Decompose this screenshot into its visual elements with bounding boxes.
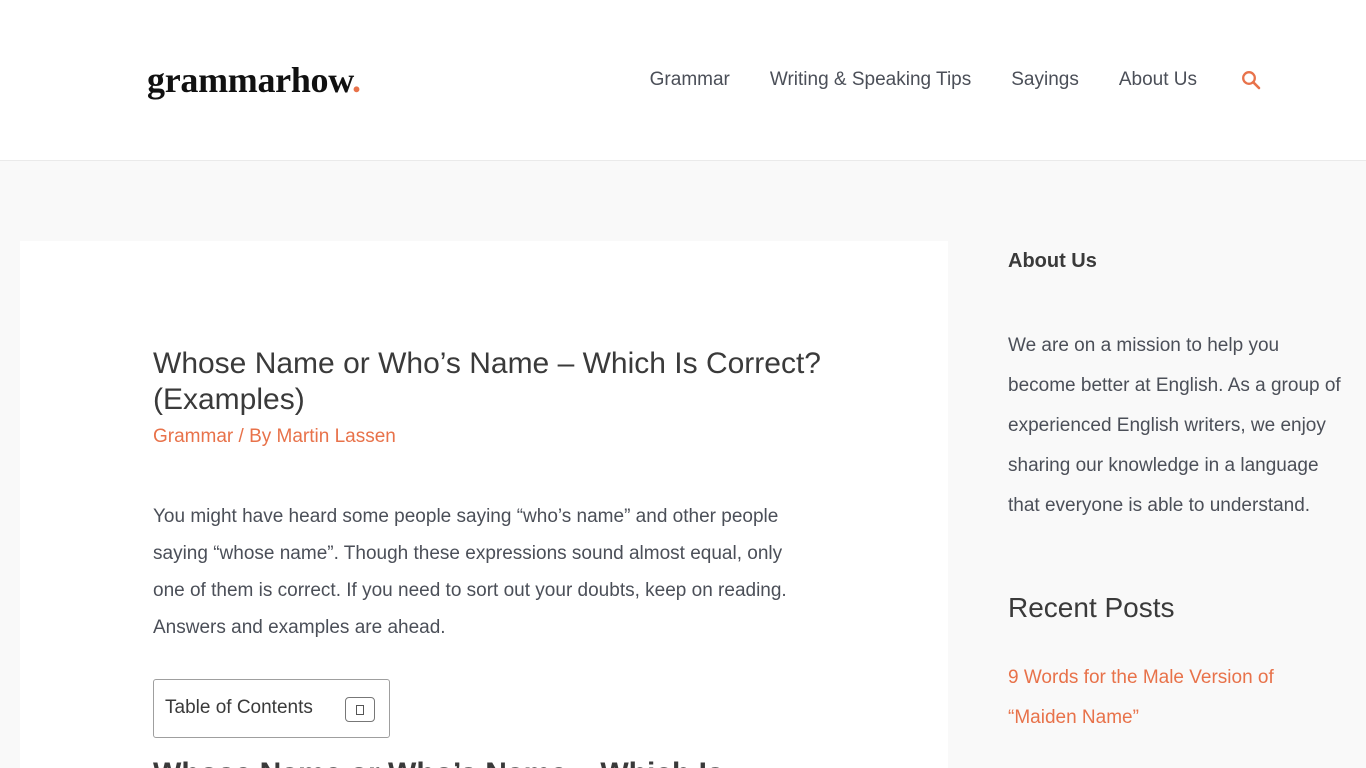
recent-posts-list: 9 Words for the Male Version of “Maiden … bbox=[1008, 658, 1348, 738]
list-item: 9 Words for the Male Version of “Maiden … bbox=[1008, 658, 1348, 738]
article-meta: Grammar / By Martin Lassen bbox=[153, 424, 823, 450]
section-heading: Whose Name or Who’s Name – Which Is bbox=[153, 756, 823, 768]
meta-separator: / By bbox=[233, 426, 277, 447]
recent-posts-title: Recent Posts bbox=[1008, 592, 1175, 623]
nav-item-sayings[interactable]: Sayings bbox=[1011, 64, 1079, 96]
about-widget-title: About Us bbox=[1008, 250, 1097, 272]
toc-title: Table of Contents bbox=[165, 697, 313, 718]
table-of-contents: Table of Contents bbox=[153, 679, 390, 738]
search-icon bbox=[1242, 71, 1261, 90]
nav-item-about-us[interactable]: About Us bbox=[1119, 64, 1197, 96]
article-author-link[interactable]: Martin Lassen bbox=[277, 426, 396, 447]
recent-post-link[interactable]: 9 Words for the Male Version of “Maiden … bbox=[1008, 658, 1308, 738]
article-content: Whose Name or Who’s Name – Which Is Corr… bbox=[153, 346, 823, 768]
nav-item-writing-speaking-tips[interactable]: Writing & Speaking Tips bbox=[770, 64, 971, 96]
site-logo[interactable]: grammarhow. bbox=[147, 58, 361, 102]
about-widget-text: We are on a mission to help you become b… bbox=[1008, 335, 1341, 516]
toc-toggle-icon bbox=[356, 704, 364, 715]
article-excerpt: You might have heard some people saying … bbox=[153, 506, 787, 638]
nav-item-grammar[interactable]: Grammar bbox=[650, 64, 730, 96]
toc-toggle-button[interactable] bbox=[345, 697, 375, 722]
search-button[interactable] bbox=[1240, 69, 1262, 91]
article-card: Whose Name or Who’s Name – Which Is Corr… bbox=[20, 241, 948, 768]
article-category-link[interactable]: Grammar bbox=[153, 426, 233, 447]
logo-text: grammarhow bbox=[147, 60, 352, 100]
article-title[interactable]: Whose Name or Who’s Name – Which Is Corr… bbox=[153, 346, 823, 418]
site-header: grammarhow. Grammar Writing & Speaking T… bbox=[0, 0, 1366, 161]
logo-dot: . bbox=[351, 60, 361, 100]
sidebar: About Us We are on a mission to help you… bbox=[1008, 246, 1348, 738]
main-nav: Grammar Writing & Speaking Tips Sayings … bbox=[650, 64, 1262, 96]
